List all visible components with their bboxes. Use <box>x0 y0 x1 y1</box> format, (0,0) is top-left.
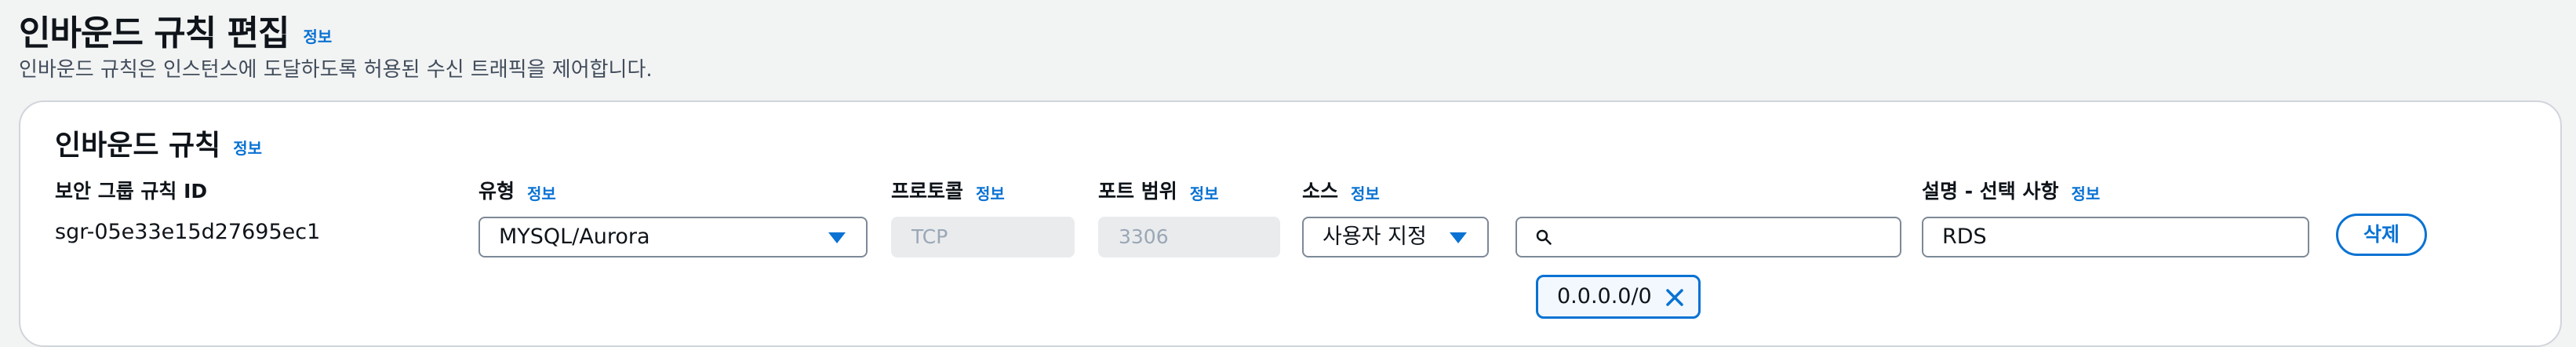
inbound-rules-container: 인바운드 규칙 정보 보안 그룹 규칙 ID 유형 정보 프로토콜 정보 포트 범위 정… <box>19 100 2562 347</box>
column-header-source-label: 소스 <box>1302 180 1339 203</box>
close-icon[interactable] <box>1664 287 1686 309</box>
column-header-description-label: 설명 - 선택 사항 <box>1922 180 2059 203</box>
page-info-link[interactable]: 정보 <box>303 27 332 46</box>
page-title: 인바운드 규칙 편집 정보 <box>19 5 332 55</box>
delete-button[interactable]: 삭제 <box>2336 214 2427 256</box>
source-cidr-token-label: 0.0.0.0/0 <box>1557 284 1652 309</box>
section-title-text: 인바운드 규칙 <box>55 130 221 162</box>
search-icon <box>1536 229 1552 245</box>
source-type-select[interactable]: 사용자 지정 <box>1302 217 1489 258</box>
source-type-select-value: 사용자 지정 <box>1323 225 1427 249</box>
description-info-link[interactable]: 정보 <box>2072 184 2101 203</box>
description-input[interactable]: RDS <box>1922 217 2309 258</box>
column-header-port-range-label: 포트 범위 <box>1098 180 1177 203</box>
page-description: 인바운드 규칙은 인스턴스에 도달하도록 허용된 수신 트래픽을 제어합니다. <box>19 58 653 82</box>
column-header-protocol-label: 프로토콜 <box>891 180 964 203</box>
port-range-info-link[interactable]: 정보 <box>1190 184 1219 203</box>
column-header-source: 소스 정보 <box>1302 176 1380 204</box>
port-range-input: 3306 <box>1098 217 1280 258</box>
source-cidr-token: 0.0.0.0/0 <box>1536 275 1701 319</box>
column-header-description: 설명 - 선택 사항 정보 <box>1922 176 2100 204</box>
type-info-link[interactable]: 정보 <box>527 184 556 203</box>
source-search-input[interactable] <box>1515 217 1901 258</box>
page-title-text: 인바운드 규칙 편집 <box>19 13 289 53</box>
rule-id-value: sgr-05e33e15d27695ec1 <box>55 220 321 244</box>
section-title: 인바운드 규칙 정보 <box>55 122 262 163</box>
column-header-protocol: 프로토콜 정보 <box>891 176 1005 204</box>
section-info-link[interactable]: 정보 <box>233 139 262 158</box>
type-select[interactable]: MYSQL/Aurora <box>478 217 868 258</box>
protocol-input: TCP <box>891 217 1075 258</box>
description-input-value: RDS <box>1942 225 1987 249</box>
column-header-type: 유형 정보 <box>478 176 556 204</box>
caret-down-icon <box>828 232 846 243</box>
type-select-value: MYSQL/Aurora <box>499 225 650 249</box>
column-header-type-label: 유형 <box>478 180 515 203</box>
column-header-rule-id: 보안 그룹 규칙 ID <box>55 180 208 203</box>
protocol-info-link[interactable]: 정보 <box>976 184 1005 203</box>
source-info-link[interactable]: 정보 <box>1351 184 1380 203</box>
caret-down-icon <box>1450 232 1467 243</box>
column-header-port-range: 포트 범위 정보 <box>1098 176 1219 204</box>
